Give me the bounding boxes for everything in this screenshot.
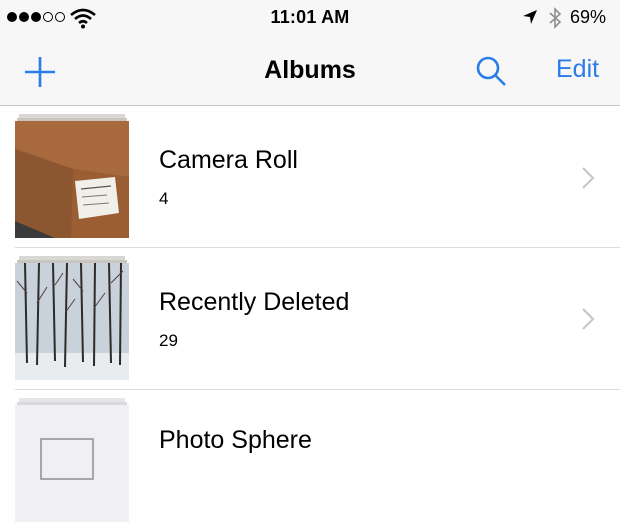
location-arrow-icon — [523, 10, 537, 24]
album-count: 4 — [159, 189, 169, 208]
status-bar: 11:01 AM 69% — [0, 0, 620, 36]
album-name: Camera Roll — [159, 146, 298, 174]
navigation-bar: Albums Edit — [0, 36, 620, 106]
cardboard-box-photo — [15, 121, 129, 238]
empty-album-placeholder — [15, 405, 129, 522]
album-row-recently-deleted[interactable]: Recently Deleted 29 — [0, 248, 620, 390]
album-count: 29 — [159, 331, 178, 350]
search-icon — [476, 56, 506, 86]
album-thumbnail — [15, 256, 129, 380]
album-thumbnail — [15, 398, 129, 522]
chevron-right-icon — [582, 308, 595, 330]
albums-list: Camera Roll 4 Recently Deleted 29 Photo … — [0, 106, 620, 532]
bluetooth-icon — [549, 7, 562, 29]
album-row-camera-roll[interactable]: Camera Roll 4 — [0, 106, 620, 248]
page-title: Albums — [264, 56, 356, 84]
battery-percentage: 69% — [570, 7, 607, 27]
album-thumbnail — [15, 114, 129, 238]
winter-forest-photo — [15, 263, 129, 380]
chevron-right-icon — [582, 167, 595, 189]
edit-button[interactable]: Edit — [556, 55, 599, 84]
search-button[interactable] — [474, 54, 508, 88]
album-name: Recently Deleted — [159, 288, 350, 316]
album-row-photo-sphere[interactable]: Photo Sphere — [0, 390, 620, 532]
